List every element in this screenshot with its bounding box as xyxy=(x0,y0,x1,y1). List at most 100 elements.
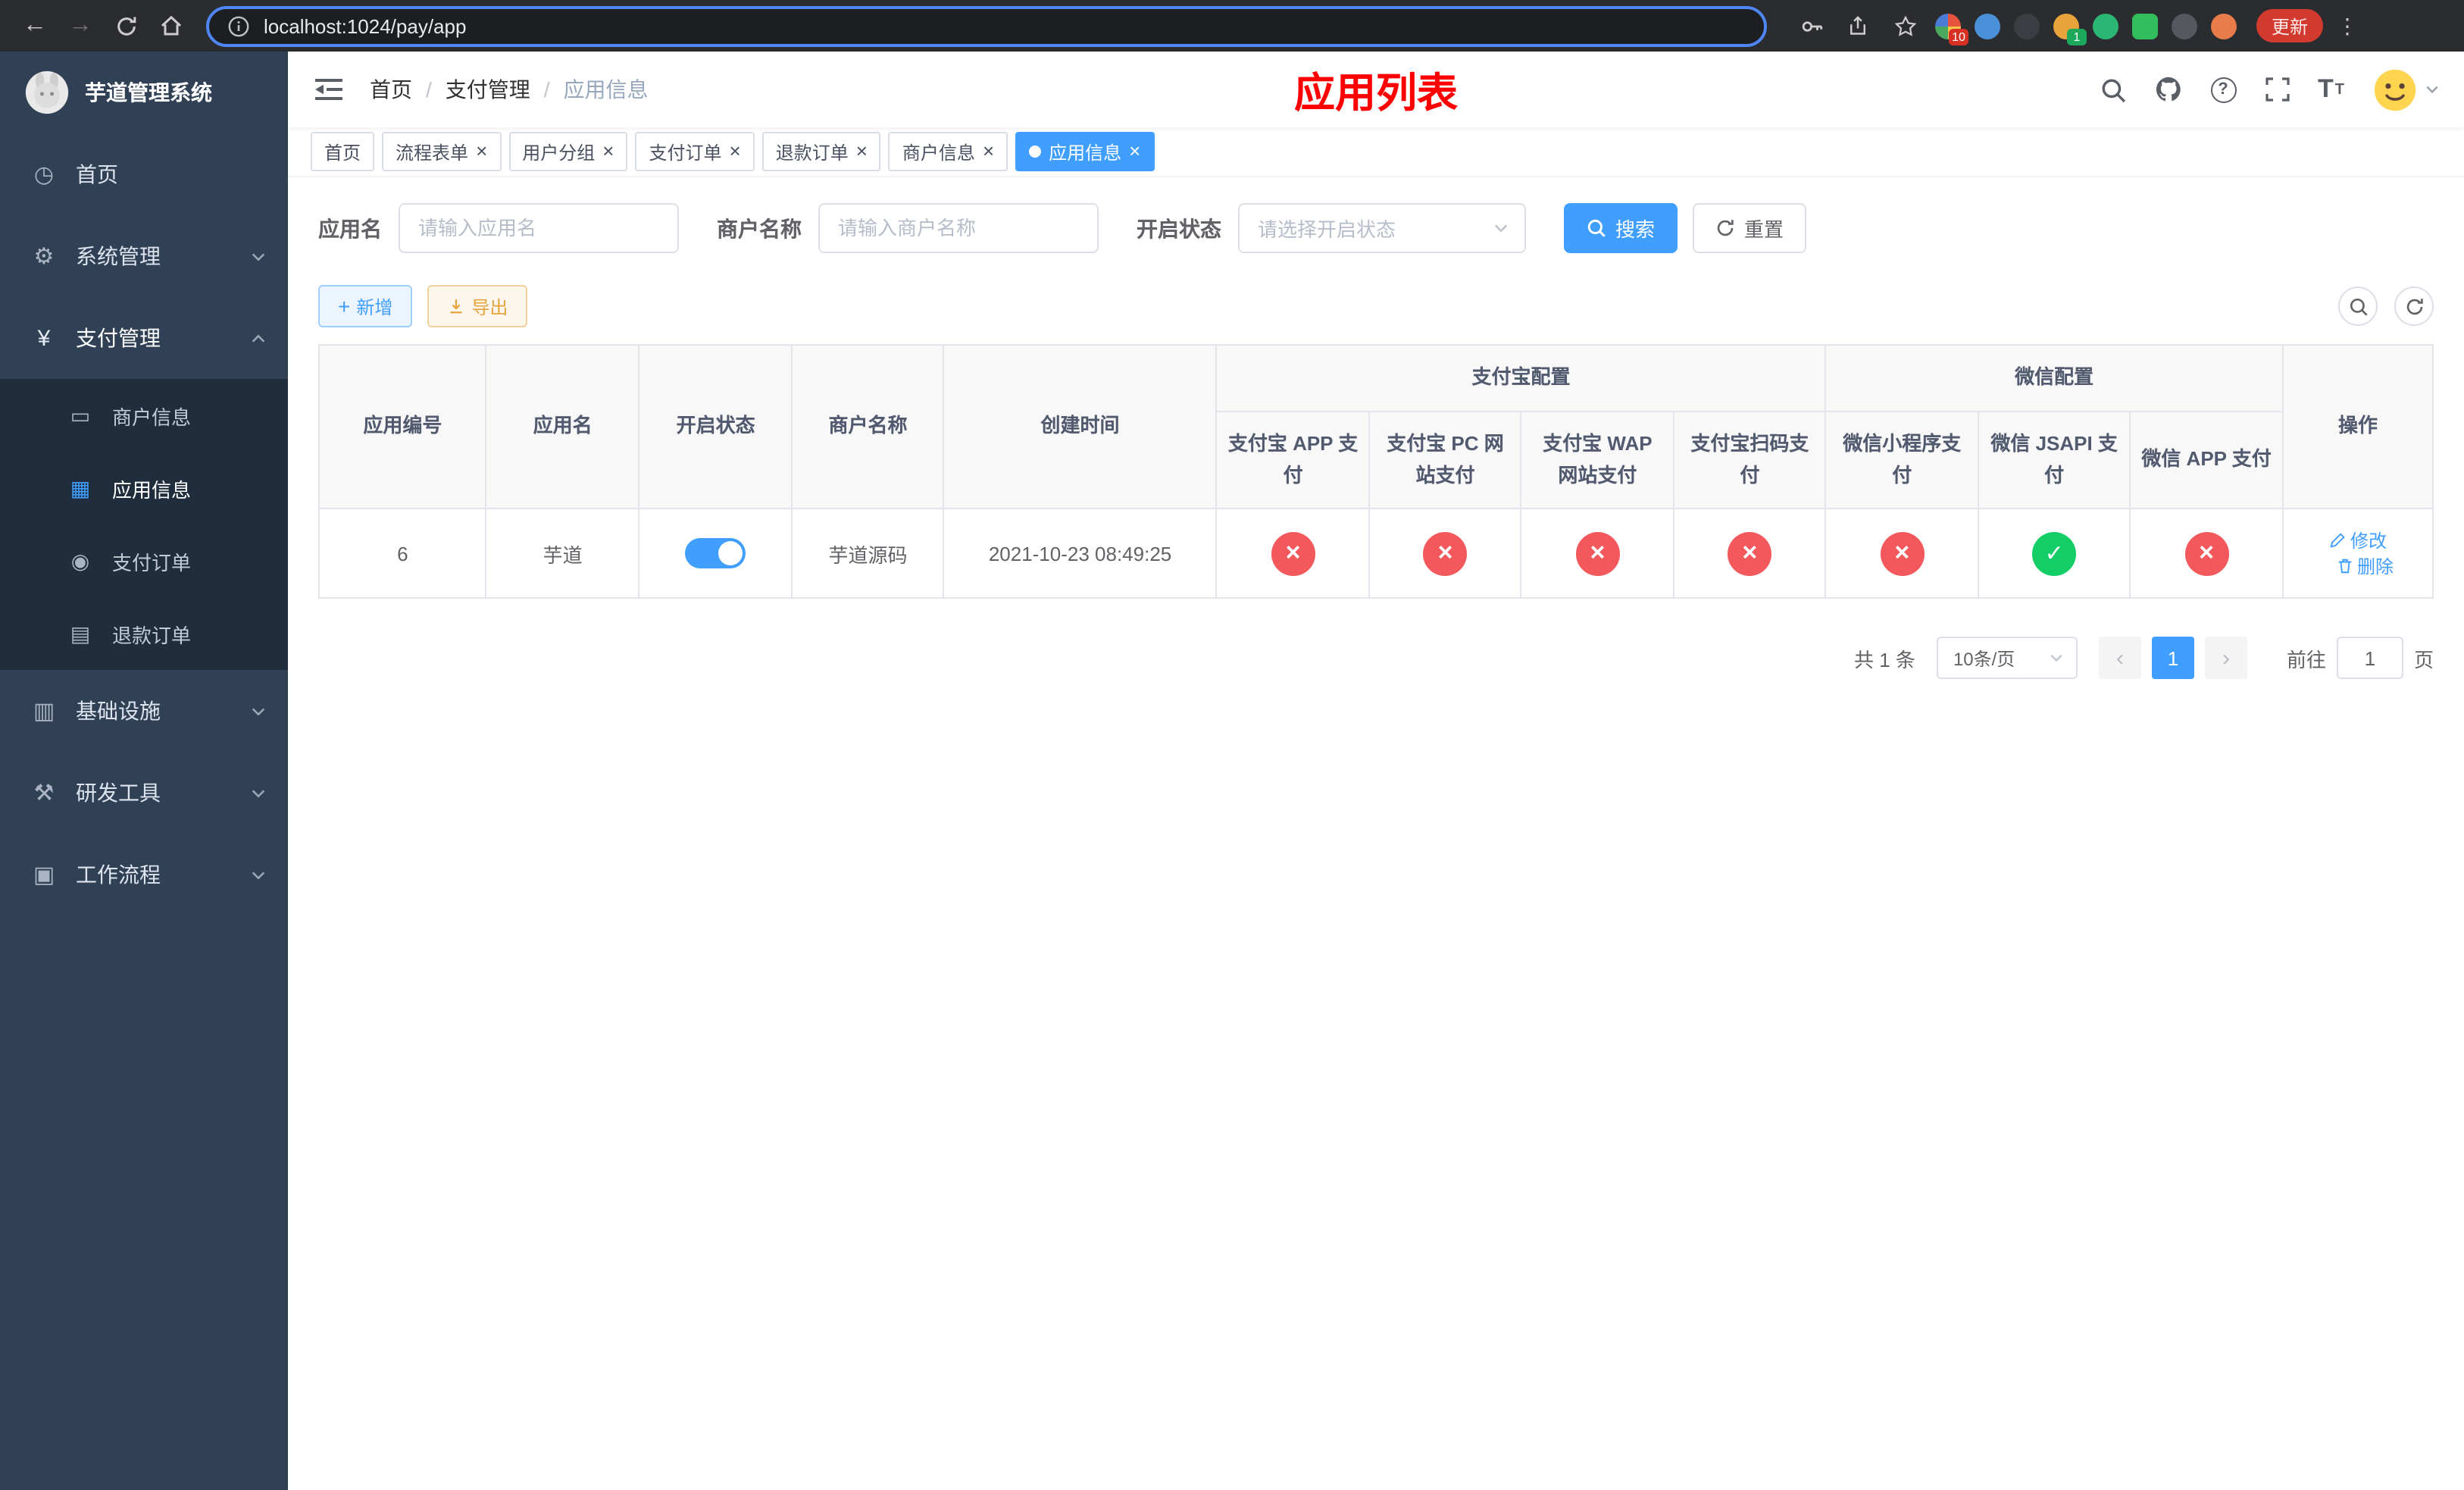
tab-pay-order[interactable]: 支付订单 xyxy=(635,132,755,171)
browser-update-button[interactable]: 更新 xyxy=(2256,9,2324,42)
sidebar-item-label: 系统管理 xyxy=(76,244,161,268)
goto-page-input[interactable] xyxy=(2336,637,2403,680)
col-header-app-name: 应用名 xyxy=(485,343,640,510)
refresh-icon xyxy=(1717,220,1734,236)
topbar: 首页 / 支付管理 / 应用信息 应用列表 xyxy=(288,52,2464,127)
tab-close-icon[interactable] xyxy=(602,141,614,162)
breadcrumb-separator: / xyxy=(543,77,550,102)
browser-forward-button[interactable]: → xyxy=(61,6,100,45)
fullscreen-icon[interactable] xyxy=(2265,77,2289,102)
status-toggle[interactable] xyxy=(685,538,746,569)
add-button[interactable]: 新增 xyxy=(318,285,413,327)
gear-icon: ⚙ xyxy=(33,244,55,270)
browser-refresh-button[interactable] xyxy=(106,6,145,45)
cell-app-name: 芋道 xyxy=(485,508,640,599)
refresh-table-icon[interactable] xyxy=(2394,286,2434,326)
export-button[interactable]: 导出 xyxy=(427,285,528,327)
tab-close-icon[interactable] xyxy=(856,141,868,162)
password-key-icon[interactable] xyxy=(1794,6,1828,45)
search-icon[interactable] xyxy=(2100,77,2125,102)
extension-badge: 1 xyxy=(2067,28,2087,45)
extension-avatar-icon[interactable]: 1 xyxy=(2053,13,2087,45)
chevron-down-icon xyxy=(250,703,267,719)
extension-pin-icon[interactable] xyxy=(2172,13,2197,39)
tags-view: 首页 流程表单 用户分组 支付订单 退款订单 xyxy=(288,127,2464,177)
sidebar-item-refund-order[interactable]: ▤ 退款订单 xyxy=(0,597,288,670)
sidebar-item-infrastructure[interactable]: ▥ 基础设施 xyxy=(0,670,288,752)
toggle-search-icon[interactable] xyxy=(2338,286,2378,326)
delete-link[interactable]: 删除 xyxy=(2336,554,2394,580)
address-bar[interactable]: localhost:1024/pay/app xyxy=(206,5,1767,46)
sidebar-item-workflow[interactable]: ▣ 工作流程 xyxy=(0,834,288,916)
extension-blue-icon[interactable] xyxy=(1975,13,2000,39)
tab-close-icon[interactable] xyxy=(476,141,487,162)
browser-home-button[interactable] xyxy=(152,6,191,45)
tab-process-form[interactable]: 流程表单 xyxy=(382,132,502,171)
sidebar-toggle-icon[interactable] xyxy=(312,73,346,106)
merchant-name-input[interactable] xyxy=(818,203,1099,253)
github-icon[interactable] xyxy=(2154,76,2181,103)
user-menu[interactable] xyxy=(2373,67,2440,111)
wechat-jsapi-status-icon xyxy=(2032,531,2077,576)
site-info-icon[interactable] xyxy=(227,14,250,37)
tab-app-info[interactable]: 应用信息 xyxy=(1015,132,1155,171)
font-size-icon[interactable] xyxy=(2318,74,2344,105)
sidebar-item-pay-order[interactable]: ◉ 支付订单 xyxy=(0,524,288,597)
cell-actions: 修改 删除 xyxy=(2282,508,2434,599)
extension-devtools-icon[interactable]: 10 xyxy=(1935,13,1968,45)
page-unit-label: 页 xyxy=(2413,648,2434,671)
col-header-wechat-app: 微信 APP 支付 xyxy=(2129,410,2284,510)
sidebar-item-merchant-info[interactable]: ▭ 商户信息 xyxy=(0,379,288,452)
col-header-actions: 操作 xyxy=(2282,343,2434,510)
add-button-label: 新增 xyxy=(356,296,393,318)
tab-home[interactable]: 首页 xyxy=(311,132,375,171)
reset-button[interactable]: 重置 xyxy=(1693,203,1807,253)
extension-wechat-icon[interactable] xyxy=(2132,13,2158,39)
page-size-select[interactable]: 10条/页 xyxy=(1936,637,2078,680)
tab-close-icon[interactable] xyxy=(730,141,741,162)
sidebar-item-label: 应用信息 xyxy=(112,478,192,501)
cell-alipay-wap xyxy=(1520,508,1675,599)
chevron-up-icon xyxy=(250,330,267,346)
sidebar-item-home[interactable]: ◷ 首页 xyxy=(0,133,288,215)
tab-close-icon[interactable] xyxy=(983,141,994,162)
page-1-button[interactable]: 1 xyxy=(2151,637,2194,680)
search-button[interactable]: 搜索 xyxy=(1564,203,1678,253)
browser-back-button[interactable]: ← xyxy=(15,6,55,45)
grid-icon: ▦ xyxy=(70,475,91,499)
help-icon[interactable] xyxy=(2210,77,2236,102)
extension-face-icon[interactable] xyxy=(2211,13,2237,39)
extension-dark-icon[interactable] xyxy=(2014,13,2040,39)
col-header-merchant-name: 商户名称 xyxy=(791,343,945,510)
browser-chrome: ← → localhost:1024/pay/app 10 1 更新 ⋮ xyxy=(0,0,2464,52)
sidebar-item-label: 商户信息 xyxy=(112,405,192,428)
sidebar-item-system[interactable]: ⚙ 系统管理 xyxy=(0,215,288,297)
next-page-button[interactable]: › xyxy=(2204,637,2247,680)
tab-user-group[interactable]: 用户分组 xyxy=(508,132,628,171)
alipay-pc-status-icon xyxy=(1423,531,1468,576)
toolbar-right-icons xyxy=(2322,286,2434,326)
tab-refund-order[interactable]: 退款订单 xyxy=(761,132,881,171)
table-row: 6 芋道 芋道源码 2021-10-23 08:49:25 × × × × × … xyxy=(317,508,2434,599)
sidebar-item-payment[interactable]: ¥ 支付管理 xyxy=(0,297,288,379)
total-count-text: 共 1 条 xyxy=(1854,648,1915,671)
sidebar-item-label: 支付订单 xyxy=(112,551,192,574)
tab-merchant-info[interactable]: 商户信息 xyxy=(888,132,1008,171)
extension-green-icon[interactable] xyxy=(2093,13,2118,39)
prev-page-button[interactable]: ‹ xyxy=(2098,637,2141,680)
browser-menu-kebab-icon[interactable]: ⋮ xyxy=(2337,13,2358,39)
breadcrumb-payment[interactable]: 支付管理 xyxy=(446,74,530,105)
bookmark-star-icon[interactable] xyxy=(1888,6,1921,45)
page-title: 应用列表 xyxy=(1294,70,1458,116)
breadcrumb-home[interactable]: 首页 xyxy=(370,74,412,105)
status-select[interactable]: 请选择开启状态 xyxy=(1238,203,1526,253)
sidebar-item-label: 研发工具 xyxy=(76,781,161,805)
app-name-input[interactable] xyxy=(399,203,679,253)
sidebar-item-app-info[interactable]: ▦ 应用信息 xyxy=(0,452,288,524)
tab-label: 首页 xyxy=(324,142,361,163)
share-icon[interactable] xyxy=(1841,6,1875,45)
avatar xyxy=(2374,68,2416,111)
sidebar-item-dev-tools[interactable]: ⚒ 研发工具 xyxy=(0,752,288,834)
edit-link[interactable]: 修改 xyxy=(2329,528,2387,554)
tab-close-icon[interactable] xyxy=(1129,141,1140,162)
